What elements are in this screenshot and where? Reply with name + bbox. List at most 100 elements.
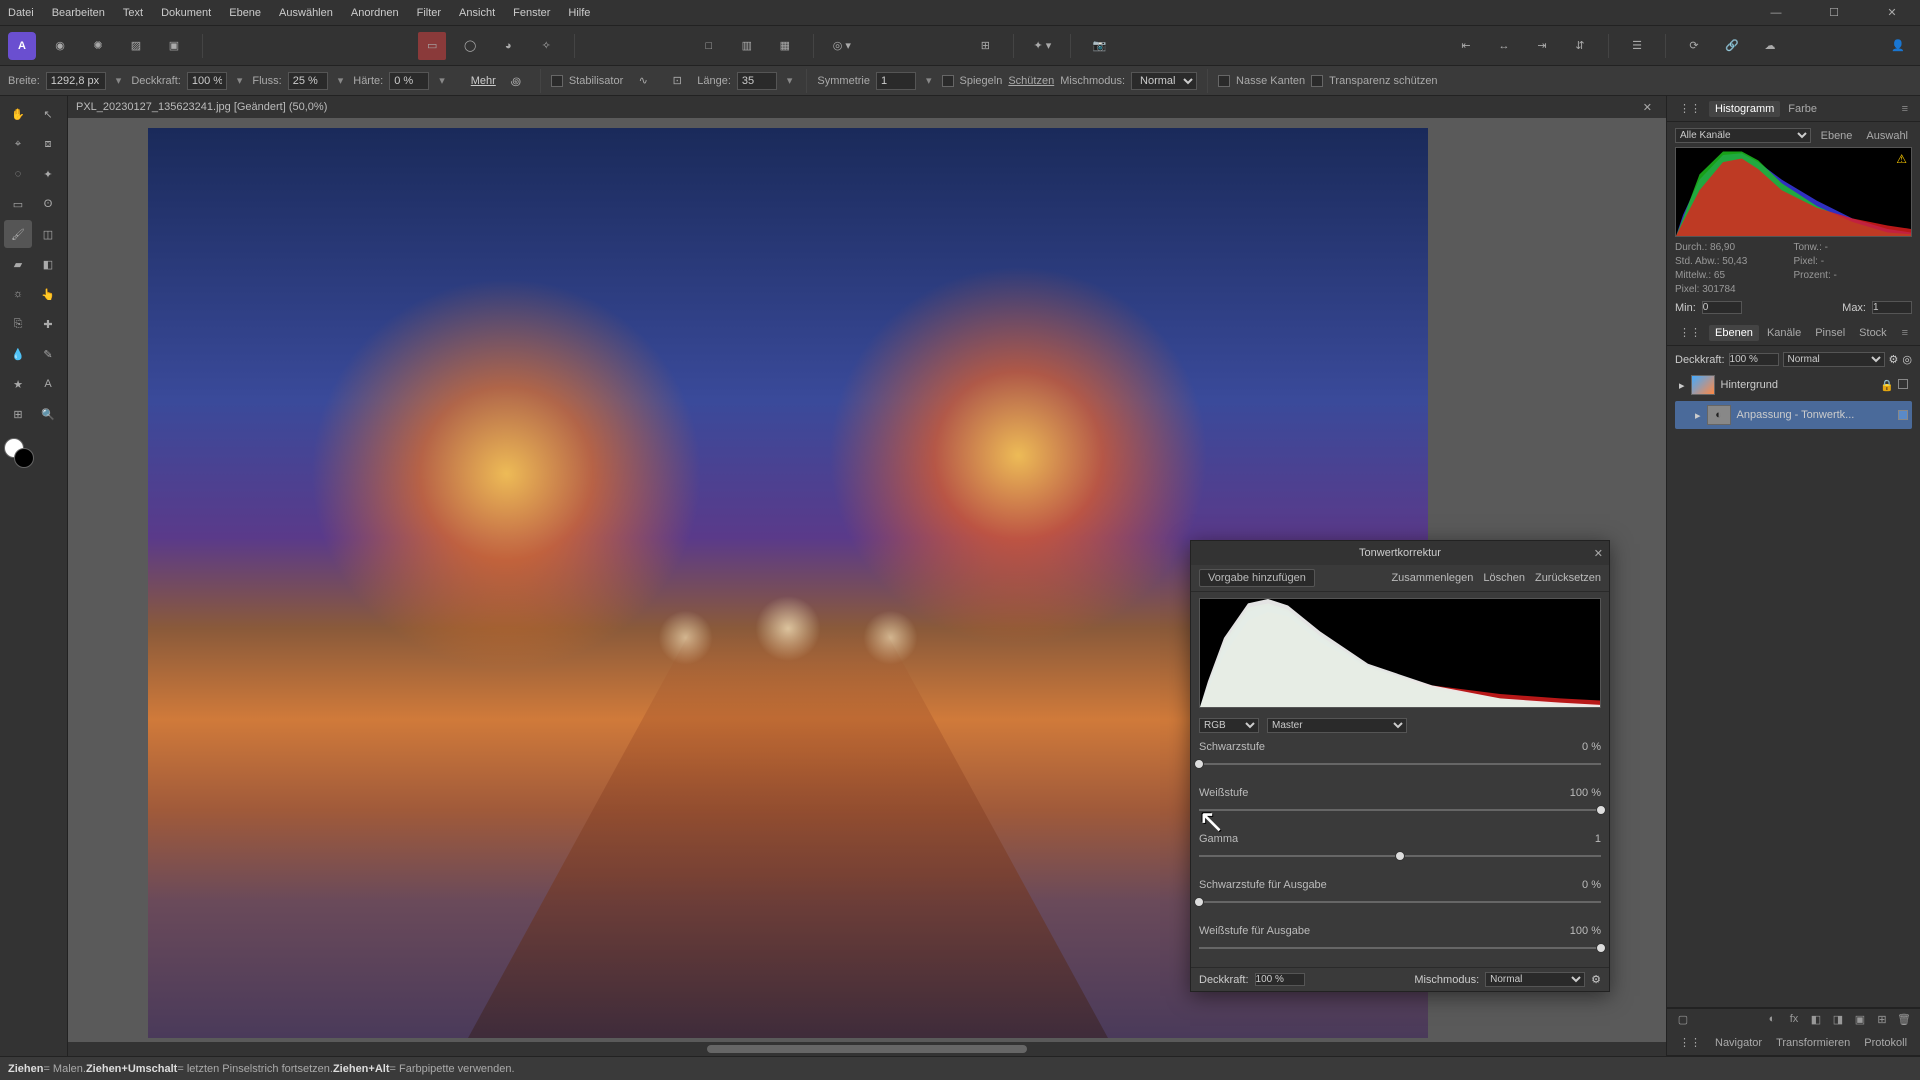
menu-filter[interactable]: Filter [417, 7, 441, 19]
delete-button[interactable]: Löschen [1483, 572, 1525, 584]
target-icon[interactable]: ◎ ▾ [828, 32, 856, 60]
horizontal-scrollbar[interactable] [68, 1042, 1666, 1056]
align-dist-icon[interactable]: ⇵ [1566, 32, 1594, 60]
tab-channels[interactable]: Kanäle [1761, 325, 1807, 341]
cloud-icon[interactable]: ☁ [1756, 32, 1784, 60]
align-left-icon[interactable]: ⇤ [1452, 32, 1480, 60]
mirror-checkbox[interactable] [942, 75, 954, 87]
min-input[interactable] [1702, 301, 1742, 314]
max-input[interactable] [1872, 301, 1912, 314]
reset-button[interactable]: Zurücksetzen [1535, 572, 1601, 584]
window-icon[interactable]: ⊡ [663, 67, 691, 95]
link-icon[interactable]: 🔗 [1718, 32, 1746, 60]
more-button[interactable]: Mehr [471, 75, 496, 87]
persona-export-icon[interactable]: ▣ [160, 32, 188, 60]
dialog-close-icon[interactable]: ✕ [1594, 547, 1603, 560]
menu-fenster[interactable]: Fenster [513, 7, 550, 19]
chevron-down-icon[interactable]: ▾ [112, 74, 126, 87]
brush-settings-icon[interactable]: ꩜ [502, 67, 530, 95]
output-black-slider[interactable] [1199, 897, 1601, 907]
color-wheel-icon[interactable]: ◕ [494, 32, 522, 60]
output-white-slider[interactable] [1199, 943, 1601, 953]
flow-input[interactable] [288, 72, 328, 90]
grip-icon[interactable]: ⋮⋮ [1673, 1034, 1707, 1051]
menu-dokument[interactable]: Dokument [161, 7, 211, 19]
background-color-icon[interactable] [14, 448, 34, 468]
tab-stock[interactable]: Stock [1853, 325, 1893, 341]
marquee-tool-icon[interactable]: ▭ [4, 190, 32, 218]
wet-edges-checkbox[interactable] [1218, 75, 1230, 87]
mask-icon[interactable]: ▢ [1675, 1013, 1691, 1026]
visibility-checkbox[interactable] [1898, 379, 1908, 389]
panel-menu-icon[interactable]: ≡ [1896, 325, 1914, 341]
menu-hilfe[interactable]: Hilfe [568, 7, 590, 19]
shape-tool-icon[interactable]: ★ [4, 370, 32, 398]
grip-icon[interactable]: ⋮⋮ [1673, 100, 1707, 117]
arrange-icon[interactable]: ☰ [1623, 32, 1651, 60]
length-input[interactable] [737, 72, 777, 90]
tab-color[interactable]: Farbe [1782, 101, 1823, 117]
pen-tool-icon[interactable]: ✎ [34, 340, 62, 368]
layer-blend-select[interactable]: Normal [1783, 352, 1885, 367]
mesh-tool-icon[interactable]: ⊞ [4, 400, 32, 428]
freehand-select-icon[interactable]: ʘ [34, 190, 62, 218]
opacity-input[interactable] [187, 72, 227, 90]
persona-develop-icon[interactable]: ✺ [84, 32, 112, 60]
window-minimize-icon[interactable]: — [1756, 3, 1796, 23]
mask-layer-icon[interactable]: ◨ [1830, 1013, 1846, 1026]
white-level-slider[interactable] [1199, 805, 1601, 815]
paint-brush-tool-icon[interactable]: 🖌 [4, 220, 32, 248]
tab-layers[interactable]: Ebenen [1709, 325, 1759, 341]
stabilizer-checkbox[interactable] [551, 75, 563, 87]
merge-button[interactable]: Zusammenlegen [1391, 572, 1473, 584]
selection-rect-icon[interactable]: ▭ [418, 32, 446, 60]
delete-layer-icon[interactable]: 🗑 [1896, 1013, 1912, 1026]
dlg-blend-select[interactable]: Normal [1485, 972, 1585, 987]
menu-auswaehlen[interactable]: Auswählen [279, 7, 333, 19]
chevron-down-icon[interactable]: ▾ [783, 74, 797, 87]
tab-brushes[interactable]: Pinsel [1809, 325, 1851, 341]
align-right-icon[interactable]: ⇥ [1528, 32, 1556, 60]
panel-menu-icon[interactable]: ≡ [1915, 1035, 1920, 1051]
tab-navigator[interactable]: Navigator [1709, 1035, 1768, 1051]
account-icon[interactable]: 👤 [1884, 32, 1912, 60]
chevron-down-icon[interactable]: ▾ [334, 74, 348, 87]
dlg-settings-icon[interactable]: ⚙ [1591, 973, 1601, 986]
grid-none-icon[interactable]: □ [695, 32, 723, 60]
color-swatch[interactable] [4, 438, 34, 468]
persona-tone-icon[interactable]: ▨ [122, 32, 150, 60]
expand-icon[interactable]: ▸ [1679, 379, 1685, 392]
close-tab-icon[interactable]: ✕ [1637, 101, 1658, 114]
gradient-tool-icon[interactable]: ◧ [34, 250, 62, 278]
clone-tool-icon[interactable]: ⎘ [4, 310, 32, 338]
symmetry-input[interactable] [876, 72, 916, 90]
menu-datei[interactable]: Datei [8, 7, 34, 19]
hist-layer-button[interactable]: Ebene [1817, 130, 1857, 142]
menu-ansicht[interactable]: Ansicht [459, 7, 495, 19]
blur-tool-icon[interactable]: 💧 [4, 340, 32, 368]
blend-select[interactable]: Normal [1131, 72, 1197, 90]
rope-icon[interactable]: ∿ [629, 67, 657, 95]
menu-text[interactable]: Text [123, 7, 143, 19]
width-input[interactable] [46, 72, 106, 90]
crop-tool-icon[interactable]: ⧈ [34, 130, 62, 158]
dodge-tool-icon[interactable]: ☼ [4, 280, 32, 308]
menu-ebene[interactable]: Ebene [229, 7, 261, 19]
visibility-checkbox[interactable] [1898, 410, 1908, 420]
fill-tool-icon[interactable]: ▰ [4, 250, 32, 278]
refine-icon[interactable]: ✧ [532, 32, 560, 60]
menu-bearbeiten[interactable]: Bearbeiten [52, 7, 105, 19]
fx-icon[interactable]: fx [1786, 1013, 1802, 1026]
move-tool-icon[interactable]: ↖ [34, 100, 62, 128]
channels-select[interactable]: Alle Kanäle [1675, 128, 1811, 143]
assist-icon[interactable]: ✦ ▾ [1028, 32, 1056, 60]
protect-alpha-checkbox[interactable] [1311, 75, 1323, 87]
layer-opacity-input[interactable] [1729, 353, 1779, 366]
sync-icon[interactable]: ⟳ [1680, 32, 1708, 60]
window-maximize-icon[interactable]: ☐ [1814, 3, 1854, 23]
tab-histogram[interactable]: Histogramm [1709, 101, 1780, 117]
dlg-opacity-input[interactable] [1255, 973, 1305, 986]
gamma-slider[interactable] [1199, 851, 1601, 861]
grid-mirror-icon[interactable]: ▦ [771, 32, 799, 60]
dialog-titlebar[interactable]: Tonwertkorrektur ✕ [1191, 541, 1609, 565]
